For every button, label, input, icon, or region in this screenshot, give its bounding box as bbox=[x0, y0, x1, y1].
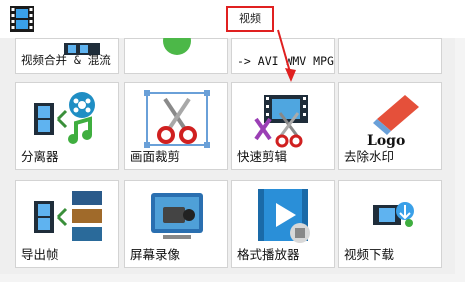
tile-label: 视频合并 & 混流 bbox=[21, 53, 111, 67]
tools-panel: 视频合并 & 混流 -> AVI WMV MPG .... 分离器 画面裁剪 快… bbox=[0, 38, 465, 282]
tile-format-player[interactable]: 格式播放器 bbox=[231, 180, 335, 268]
tile-crop[interactable]: 画面裁剪 bbox=[124, 82, 228, 170]
tile-label: 去除水印 bbox=[344, 149, 395, 164]
tile-video-download[interactable]: 视频下载 bbox=[338, 180, 442, 268]
tile-remove-watermark[interactable]: Logo 去除水印 bbox=[338, 82, 442, 170]
title-bar: 视频 bbox=[0, 0, 465, 38]
eraser-icon: Logo bbox=[367, 95, 419, 149]
tile-label: 视频下载 bbox=[344, 247, 395, 262]
tile-screen-record[interactable]: 屏幕录像 bbox=[124, 180, 228, 268]
tile-quick-edit[interactable]: 快速剪辑 bbox=[231, 82, 335, 170]
vertical-scrollbar[interactable] bbox=[455, 38, 465, 274]
video-download-icon bbox=[373, 202, 414, 227]
tile-label: 格式播放器 bbox=[237, 247, 300, 262]
red-arrow-icon bbox=[277, 29, 296, 82]
tile-label: 画面裁剪 bbox=[130, 149, 181, 164]
film-strip-icon[interactable] bbox=[10, 6, 34, 32]
tile-video-merge[interactable]: 视频合并 & 混流 bbox=[15, 38, 119, 74]
export-frames-icon bbox=[34, 191, 102, 241]
window-title: 视频 bbox=[226, 6, 274, 32]
tile-label: 屏幕录像 bbox=[130, 247, 181, 262]
media-player-icon bbox=[258, 189, 310, 243]
tile-label: 导出帧 bbox=[21, 247, 59, 262]
tile-label: 快速剪辑 bbox=[237, 149, 288, 164]
tile-label: 分离器 bbox=[21, 149, 59, 164]
tile-row1-2[interactable] bbox=[124, 38, 228, 74]
crop-scissors-icon bbox=[144, 90, 210, 148]
tile-row1-4[interactable] bbox=[338, 38, 442, 74]
quick-edit-icon bbox=[254, 95, 308, 148]
horizontal-scrollbar[interactable] bbox=[0, 274, 465, 282]
tile-export-frames[interactable]: 导出帧 bbox=[15, 180, 119, 268]
camcorder-icon bbox=[151, 193, 203, 239]
splitter-icon bbox=[34, 92, 95, 144]
tile-splitter[interactable]: 分离器 bbox=[15, 82, 119, 170]
green-circle-icon bbox=[163, 38, 191, 55]
